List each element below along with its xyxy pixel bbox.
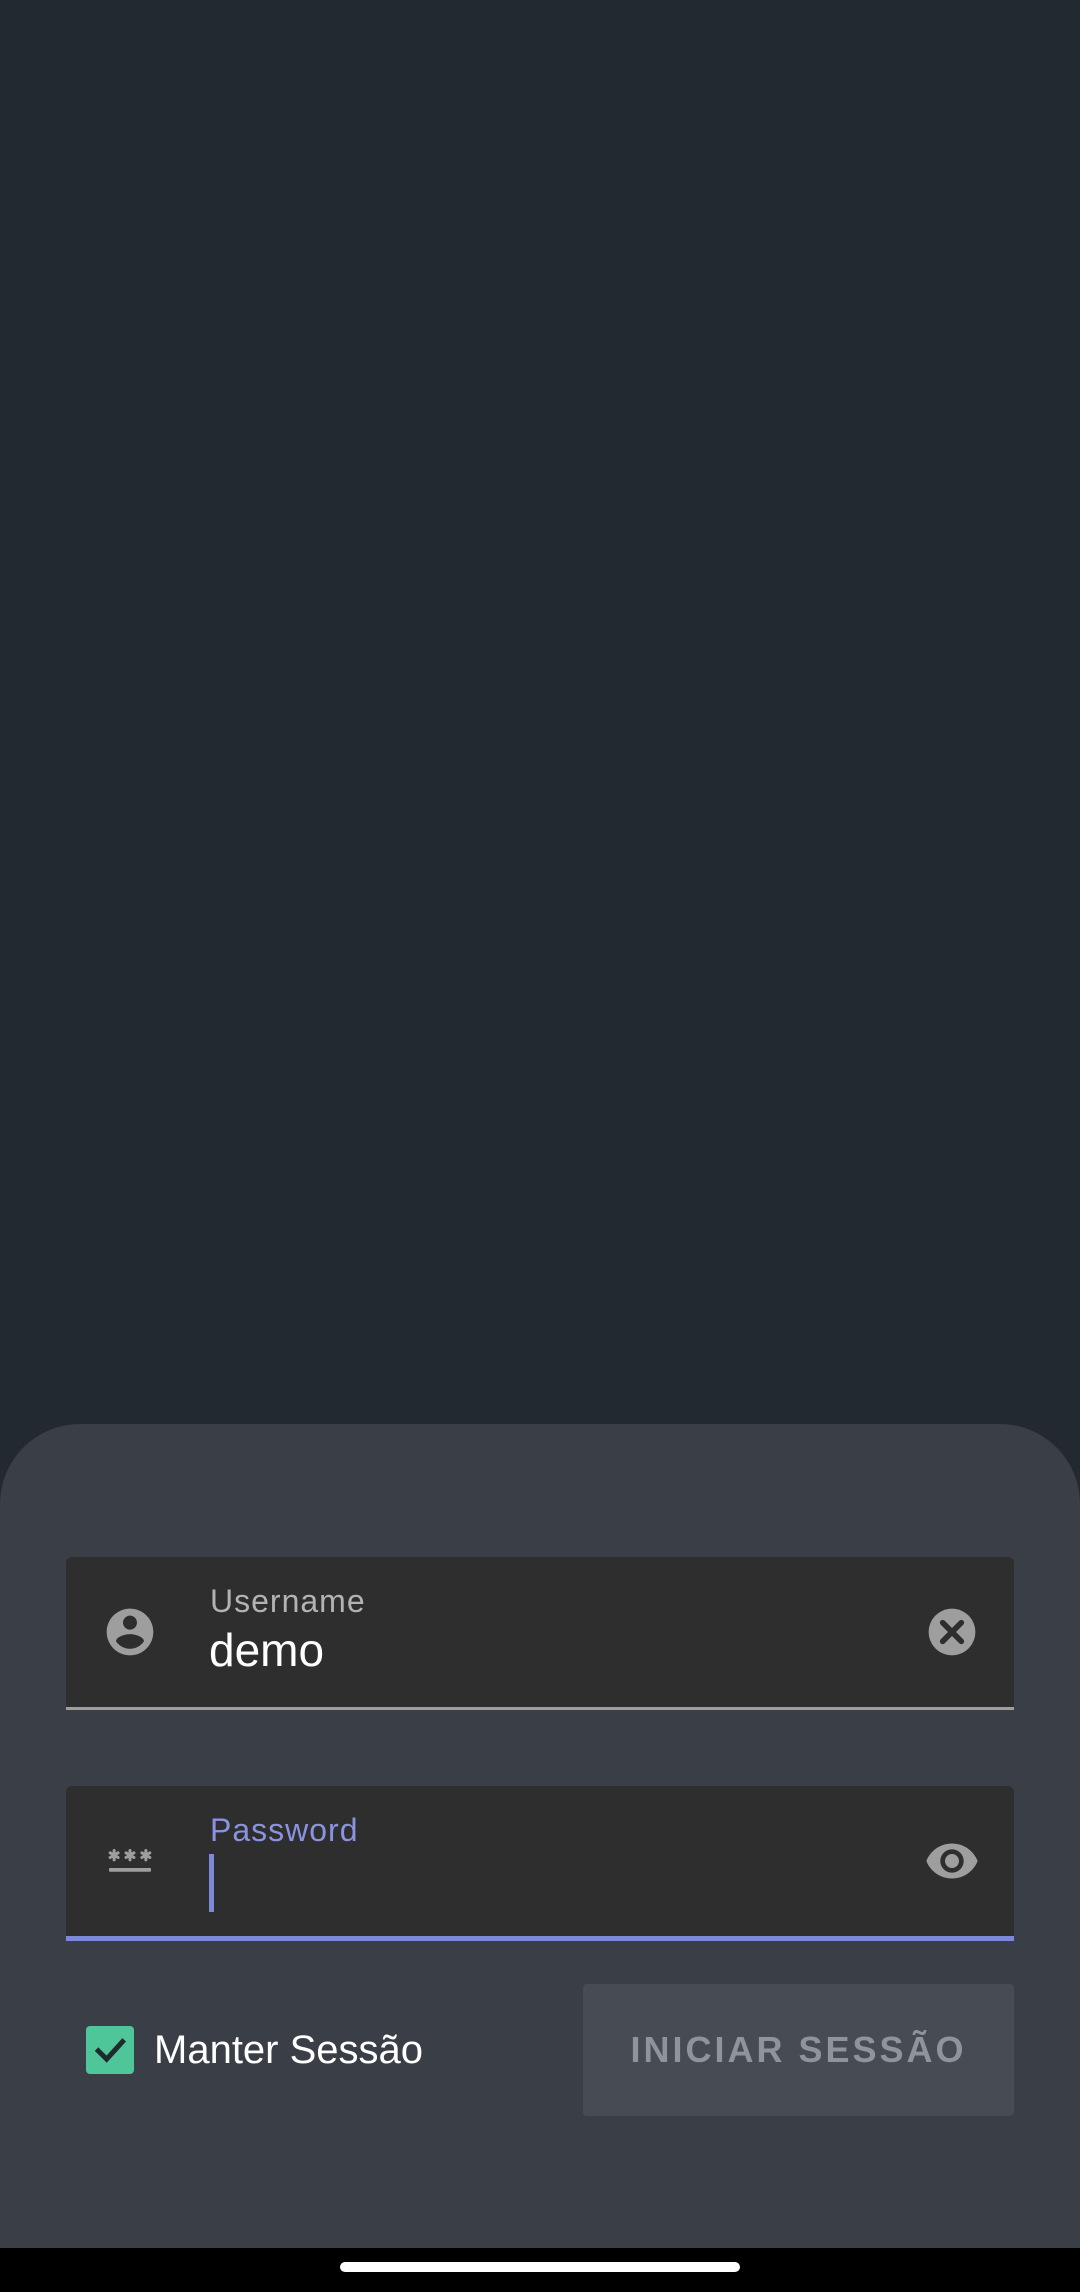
password-icon <box>102 1833 158 1889</box>
username-field[interactable]: Username demo <box>66 1557 1014 1710</box>
login-screen: Username demo Password Manter Sessão INI… <box>0 0 1080 2292</box>
clear-icon[interactable] <box>924 1604 980 1660</box>
check-icon <box>94 2038 127 2063</box>
login-sheet: Username demo Password Manter Sessão INI… <box>0 1424 1080 2248</box>
gesture-handle[interactable] <box>340 2262 740 2272</box>
login-button[interactable]: INICIAR SESSÃO <box>583 1984 1014 2116</box>
username-input[interactable]: demo <box>209 1623 324 1677</box>
system-nav-bar <box>0 2248 1080 2292</box>
remember-label: Manter Sessão <box>154 2027 424 2072</box>
username-label: Username <box>210 1583 366 1619</box>
password-field[interactable]: Password <box>66 1786 1014 1941</box>
text-cursor <box>209 1854 214 1912</box>
remember-checkbox[interactable] <box>86 2026 134 2074</box>
account-circle-icon <box>102 1604 158 1660</box>
visibility-icon[interactable] <box>924 1833 980 1889</box>
password-label: Password <box>210 1812 359 1848</box>
remember-session[interactable]: Manter Sessão <box>86 2025 423 2075</box>
